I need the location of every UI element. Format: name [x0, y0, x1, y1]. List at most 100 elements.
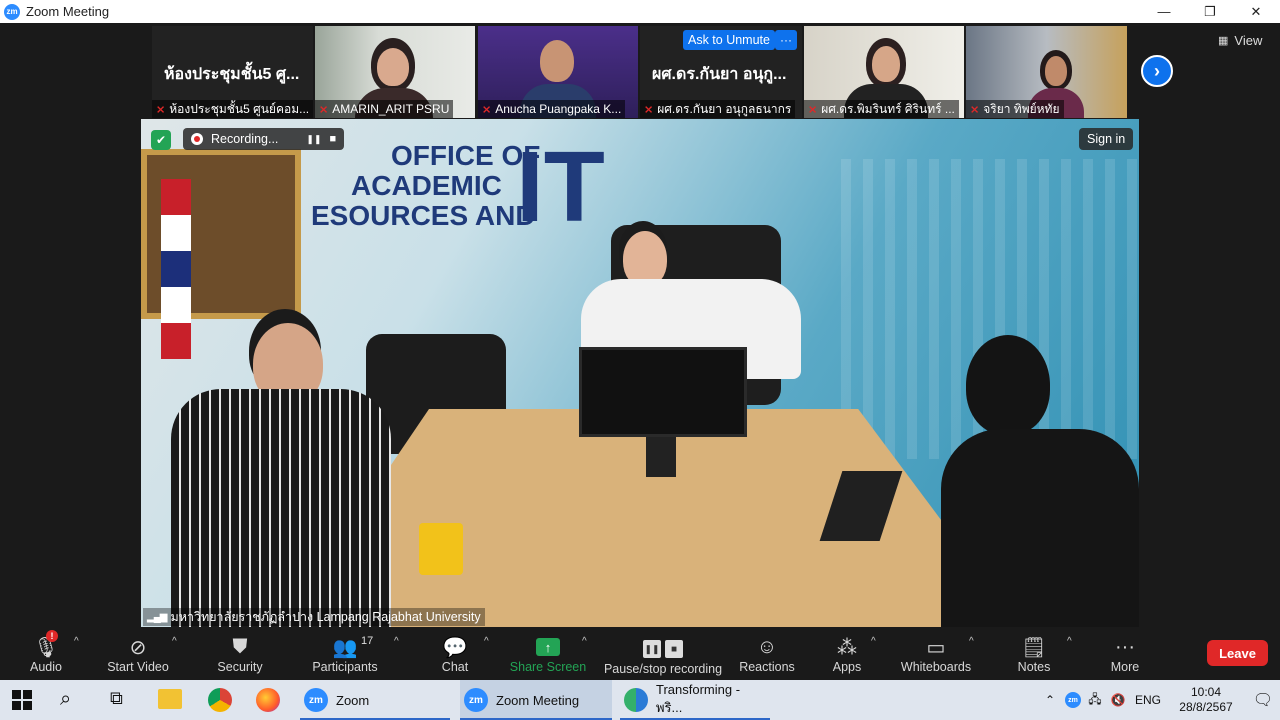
next-page-button[interactable]: › [1141, 55, 1173, 87]
task-view-icon[interactable]: ⧉ [110, 688, 123, 709]
more-options-button[interactable]: ··· [775, 30, 797, 50]
chevron-up-icon[interactable]: ⌃ [1038, 693, 1062, 707]
encryption-shield-icon[interactable]: ✔ [151, 130, 171, 150]
minimize-button[interactable]: — [1141, 0, 1187, 23]
chat-options-caret-icon[interactable]: ^ [484, 636, 489, 647]
mic-muted-icon: ⨯ [319, 103, 329, 116]
window-title: Zoom Meeting [26, 4, 110, 19]
share-screen-icon: ↑ [536, 634, 560, 660]
participant-name-tag: ⨯ AMARIN_ARIT PSRU [315, 100, 454, 118]
ask-to-unmute-button[interactable]: Ask to Unmute [683, 30, 775, 50]
taskbar-zoom[interactable]: zm Zoom [300, 680, 450, 720]
shield-icon: ⛊ [232, 635, 248, 658]
notifications-icon[interactable]: 🗨 [1246, 690, 1280, 710]
apps-icon: ⁂ [837, 636, 857, 659]
input-language[interactable]: ENG [1130, 693, 1166, 707]
restore-button[interactable]: ❐ [1187, 0, 1233, 23]
taskbar-browser[interactable]: Transforming - พริ... [620, 680, 770, 720]
speaker-muted-icon[interactable]: 🔇 [1106, 693, 1130, 707]
participants-icon: 👥 [332, 636, 358, 659]
search-icon[interactable]: ⌕ [60, 688, 71, 711]
flag [161, 179, 191, 359]
edge-icon [624, 688, 648, 712]
video-options-caret-icon[interactable]: ^ [172, 636, 177, 647]
grid-view-icon: ▦ [1218, 35, 1229, 47]
share-screen-button[interactable]: ↑ Share Screen [510, 628, 586, 680]
wall-sign: OFFICE OF ACADEMIC ESOURCES AND [311, 140, 541, 231]
record-dot-icon [191, 133, 203, 145]
monitor-stand [646, 437, 676, 477]
monitor [579, 347, 747, 437]
notes-button[interactable]: 🗒 Notes [1017, 628, 1051, 680]
mic-muted-icon: ⨯ [156, 103, 166, 116]
participant-thumbnail[interactable]: ⨯ ผศ.ดร.พิมรินทร์ ศิรินทร์ ... [804, 26, 964, 118]
speaker-name-tag: ▂▄▆ มหาวิทยาลัยราชภัฏลำปาง Lampang Rajab… [143, 608, 485, 626]
windows-taskbar: ⌕ ⧉ zm Zoom zm Zoom Meeting Transforming… [0, 680, 1280, 720]
wall-sign-it: IT [516, 131, 605, 243]
apps-button[interactable]: ⁂ Apps [832, 628, 862, 680]
recording-indicator: Recording... ❚❚ ■ [183, 128, 345, 150]
sign-in-button[interactable]: Sign in [1079, 128, 1134, 150]
security-button[interactable]: ⛊ Security [216, 628, 264, 680]
mic-muted-icon: ⨯ [482, 103, 492, 116]
participant-big-name: ผศ.ดร.กันยา อนุกู... [652, 66, 787, 83]
chat-button[interactable]: 💬 Chat [440, 628, 470, 680]
participant-thumbnail[interactable]: ห้องประชุมชั้น5 ศู... ⨯ ห้องประชุมชั้น5 ศ… [152, 26, 313, 118]
network-icon[interactable]: 🖧 [1084, 690, 1106, 711]
participant-thumbnail[interactable]: ⨯ AMARIN_ARIT PSRU [315, 26, 475, 118]
chat-icon: 💬 [442, 636, 468, 659]
more-button[interactable]: ··· More [1108, 628, 1142, 680]
person-body [941, 429, 1139, 627]
audio-options-caret-icon[interactable]: ^ [74, 636, 79, 647]
reactions-button[interactable]: ☺ Reactions [739, 628, 795, 680]
pause-stop-recording-button[interactable]: ❚❚ ■ Pause/stop recording [604, 628, 722, 680]
windows-start-icon[interactable] [12, 690, 32, 710]
whiteboards-options-caret-icon[interactable]: ^ [969, 636, 974, 647]
participant-big-name: ห้องประชุมชั้น5 ศู... [164, 66, 300, 83]
close-button[interactable]: ✕ [1233, 0, 1279, 23]
mic-muted-icon: ⨯ [644, 103, 654, 116]
pause-stop-icon: ❚❚ ■ [643, 636, 683, 662]
pause-recording-button[interactable]: ❚❚ [306, 134, 321, 145]
firefox-icon[interactable] [256, 688, 280, 712]
zoom-logo-icon: zm [4, 3, 20, 20]
participants-count: 17 [361, 635, 374, 647]
video-off-icon: ⊘ [129, 636, 147, 659]
participant-name-tag: ⨯ จริยา ทิพย์หทัย [966, 100, 1064, 118]
stop-recording-button[interactable]: ■ [330, 133, 337, 145]
participant-face [540, 40, 574, 82]
share-options-caret-icon[interactable]: ^ [582, 636, 587, 647]
clock[interactable]: 10:04 28/8/2567 [1166, 685, 1246, 715]
view-button[interactable]: ▦ View [1218, 33, 1262, 48]
participant-name-tag: ⨯ ห้องประชุมชั้น5 ศูนย์คอม... [152, 100, 313, 118]
participants-options-caret-icon[interactable]: ^ [394, 636, 399, 647]
main-video: OFFICE OF ACADEMIC ESOURCES AND IT [141, 119, 1139, 627]
participant-name-tag: ⨯ Anucha Puangpaka K... [478, 100, 626, 118]
mic-muted-icon: ⨯ [970, 103, 980, 116]
smiley-plus-icon: ☺ [756, 635, 778, 658]
taskbar-zoom-meeting[interactable]: zm Zoom Meeting [460, 680, 612, 720]
whiteboard-icon: ▭ [926, 636, 946, 659]
participant-name-tag: ⨯ ผศ.ดร.พิมรินทร์ ศิรินทร์ ... [804, 100, 959, 118]
participant-thumbnail[interactable]: ⨯ จริยา ทิพย์หทัย [966, 26, 1127, 118]
zoom-app-icon: zm [304, 688, 328, 712]
start-video-button[interactable]: ⊘ Start Video [104, 628, 172, 680]
participant-face [1045, 56, 1067, 86]
participant-name-tag: ⨯ ผศ.ดร.กันยา อนุกูลธนากร [640, 100, 796, 118]
signal-strength-icon: ▂▄▆ [147, 611, 167, 623]
audio-warning-badge: ! [46, 630, 58, 642]
leave-button[interactable]: Leave [1207, 640, 1268, 666]
title-bar: zm Zoom Meeting — ❐ ✕ [0, 0, 1280, 23]
notes-options-caret-icon[interactable]: ^ [1067, 636, 1072, 647]
person-hair [966, 335, 1050, 435]
participant-face [377, 48, 409, 86]
participant-thumbnail[interactable]: ⨯ Anucha Puangpaka K... [478, 26, 638, 118]
notes-icon: 🗒 [1021, 636, 1047, 659]
whiteboards-button[interactable]: ▭ Whiteboards [901, 628, 971, 680]
apps-options-caret-icon[interactable]: ^ [871, 636, 876, 647]
more-dots-icon: ··· [1115, 635, 1135, 658]
zoom-tray-icon[interactable]: zm [1062, 692, 1084, 708]
chrome-icon[interactable] [208, 688, 232, 712]
mic-muted-icon: ⨯ [808, 103, 818, 116]
file-explorer-icon[interactable] [158, 689, 182, 709]
